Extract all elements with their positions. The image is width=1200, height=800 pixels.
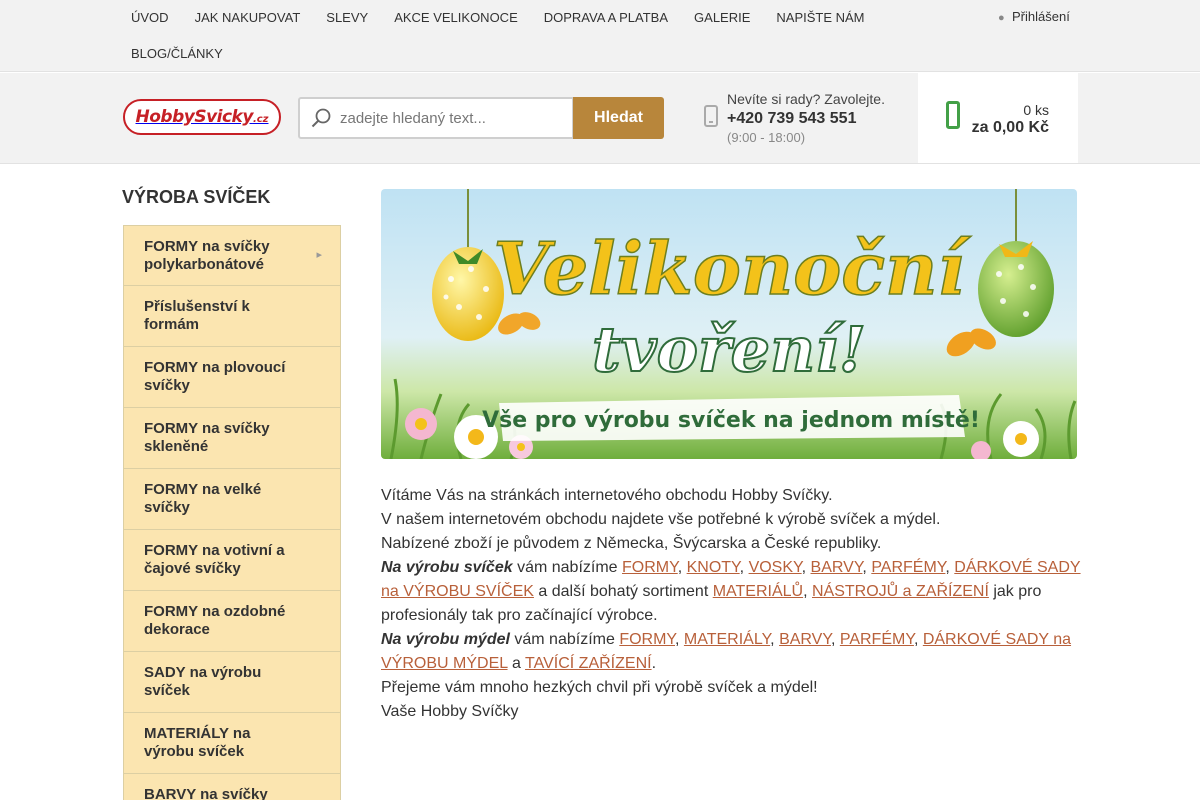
intro-signature: Vaše Hobby Svíčky xyxy=(381,703,519,720)
link-candle-materialy[interactable]: MATERIÁLŮ xyxy=(713,583,803,600)
candles-lead: Na výrobu svíček xyxy=(381,559,513,576)
chevron-right-icon: ▸ xyxy=(316,796,322,800)
banner-subheadline: tvoření! xyxy=(592,313,866,386)
sidebar-title: VÝROBA SVÍČEK xyxy=(122,187,271,207)
link-candle-parfemy[interactable]: PARFÉMY xyxy=(871,559,945,576)
cart-icon xyxy=(946,101,960,129)
sidebar-item-label: BARVY na svíčky xyxy=(144,786,268,800)
nav-item-blog[interactable]: BLOG/ČLÁNKY xyxy=(118,36,236,72)
intro-welcome: Vítáme Vás na stránkách internetového ob… xyxy=(381,487,833,504)
main-menu: ÚVOD JAK NAKUPOVAT SLEVY AKCE VELIKONOCE… xyxy=(118,0,938,72)
intro-text: Vítáme Vás na stránkách internetového ob… xyxy=(381,484,1081,724)
search-button[interactable]: Hledat xyxy=(573,97,664,139)
sidebar-item-label: FORMY na ozdobné dekorace xyxy=(144,603,286,638)
link-candle-formy[interactable]: FORMY xyxy=(622,559,678,576)
user-icon: ● xyxy=(998,12,1005,24)
sidebar-item-label: Příslušenství k formám xyxy=(144,298,250,333)
intro-offer: V našem internetovém obchodu najdete vše… xyxy=(381,511,941,528)
sidebar-item-barvy[interactable]: BARVY na svíčky ▸ xyxy=(123,774,341,800)
site-logo[interactable]: HobbySvicky.cz xyxy=(123,99,281,135)
cart-count: 0 ks xyxy=(1023,102,1049,118)
intro-wish: Přejeme vám mnoho hezkých chvil při výro… xyxy=(381,679,818,696)
contact-question: Nevíte si rady? Zavolejte. xyxy=(727,91,885,107)
link-candle-nastroje[interactable]: NÁSTROJŮ a ZAŘÍZENÍ xyxy=(812,583,989,600)
login-link[interactable]: ● Přihlášení xyxy=(998,0,1070,34)
nav-item-slevy[interactable]: SLEVY xyxy=(313,0,381,36)
sidebar-item-label: FORMY na votivní a čajové svíčky xyxy=(144,542,285,577)
intro-origin: Nabízené zboží je původem z Německa, Švý… xyxy=(381,535,882,552)
logo-tld: .cz xyxy=(252,114,269,125)
phone-icon xyxy=(704,105,718,127)
contact-box: Nevíte si rady? Zavolejte. +420 739 543 … xyxy=(704,89,914,149)
sidebar-item-label: FORMY na svíčky skleněné xyxy=(144,420,270,455)
site-header: HobbySvicky.cz Hledat Nevíte si rady? Za… xyxy=(0,73,1200,164)
cart-total: za 0,00 Kč xyxy=(971,119,1049,136)
sidebar-item-label: FORMY na svíčky polykarbonátové xyxy=(144,238,270,273)
offer-text: vám nabízíme xyxy=(509,631,620,648)
sidebar-item-formy-polykarbonatove[interactable]: FORMY na svíčky polykarbonátové ▸ xyxy=(123,225,341,286)
search-input[interactable] xyxy=(340,99,570,137)
nav-item-uvod[interactable]: ÚVOD xyxy=(118,0,182,36)
banner-tagline: Vše pro výrobu svíček na jednom místě! xyxy=(482,408,980,433)
sidebar-category-list: FORMY na svíčky polykarbonátové ▸ Přísluš… xyxy=(123,225,341,800)
nav-item-akce-velikonoce[interactable]: AKCE VELIKONOCE xyxy=(381,0,531,36)
sidebar-item-formy-sklenene[interactable]: FORMY na svíčky skleněné xyxy=(123,408,341,469)
sidebar-item-materialy[interactable]: MATERIÁLY na výrobu svíček xyxy=(123,713,341,774)
sidebar-item-formy-ozdobne[interactable]: FORMY na ozdobné dekorace xyxy=(123,591,341,652)
link-candle-knoty[interactable]: KNOTY xyxy=(687,559,740,576)
search-form: Hledat xyxy=(298,97,664,139)
offer-text: vám nabízíme xyxy=(512,559,622,576)
link-candle-barvy[interactable]: BARVY xyxy=(811,559,863,576)
sidebar-item-label: MATERIÁLY na výrobu svíček xyxy=(144,725,251,760)
link-soap-barvy[interactable]: BARVY xyxy=(779,631,831,648)
nav-item-galerie[interactable]: GALERIE xyxy=(681,0,763,36)
sidebar-item-formy-velke[interactable]: FORMY na velké svíčky xyxy=(123,469,341,530)
sidebar-item-label: FORMY na plovoucí svíčky xyxy=(144,359,286,394)
soaps-and-text: a xyxy=(507,655,526,672)
chevron-right-icon: ▸ xyxy=(316,249,322,261)
top-navigation: ÚVOD JAK NAKUPOVAT SLEVY AKCE VELIKONOCE… xyxy=(0,0,1200,72)
login-label: Přihlášení xyxy=(1012,9,1070,24)
nav-item-napiste-nam[interactable]: NAPIŠTE NÁM xyxy=(763,0,877,36)
link-soap-parfemy[interactable]: PARFÉMY xyxy=(840,631,914,648)
link-candle-vosky[interactable]: VOSKY xyxy=(749,559,802,576)
logo-brand: HobbySvicky xyxy=(135,107,254,127)
intro-candles: Na výrobu svíček vám nabízíme FORMY, KNO… xyxy=(381,559,1081,624)
sidebar-item-prislusenstvi[interactable]: Příslušenství k formám xyxy=(123,286,341,347)
sidebar-item-formy-plovouci[interactable]: FORMY na plovoucí svíčky xyxy=(123,347,341,408)
cart-widget[interactable]: 0 ks za 0,00 Kč xyxy=(918,73,1078,163)
link-soap-formy[interactable]: FORMY xyxy=(619,631,675,648)
sidebar-item-formy-votivni[interactable]: FORMY na votivní a čajové svíčky xyxy=(123,530,341,591)
search-field xyxy=(298,97,574,139)
candles-mid-text: a další bohatý sortiment xyxy=(533,583,713,600)
nav-item-jak-nakupovat[interactable]: JAK NAKUPOVAT xyxy=(182,0,314,36)
nav-item-doprava-a-platba[interactable]: DOPRAVA A PLATBA xyxy=(531,0,681,36)
intro-soaps: Na výrobu mýdel vám nabízíme FORMY, MATE… xyxy=(381,631,1072,672)
sidebar-item-sady[interactable]: SADY na výrobu svíček xyxy=(123,652,341,713)
contact-phone[interactable]: +420 739 543 551 xyxy=(727,110,856,128)
sidebar-item-label: FORMY na velké svíčky xyxy=(144,481,262,516)
contact-hours: (9:00 - 18:00) xyxy=(727,130,806,145)
link-soap-materialy[interactable]: MATERIÁLY xyxy=(684,631,770,648)
banner-headline: Velikonoční xyxy=(493,226,971,311)
easter-banner[interactable]: Velikonoční tvoření! Vše pro výrobu svíč… xyxy=(381,189,1077,459)
sidebar-item-label: SADY na výrobu svíček xyxy=(144,664,262,699)
link-soap-tavici-zarizeni[interactable]: TAVÍCÍ ZAŘÍZENÍ xyxy=(525,655,652,672)
soaps-lead: Na výrobu mýdel xyxy=(381,631,510,648)
banner-image: Velikonoční tvoření! Vše pro výrobu svíč… xyxy=(381,189,1077,459)
search-icon xyxy=(311,108,331,128)
